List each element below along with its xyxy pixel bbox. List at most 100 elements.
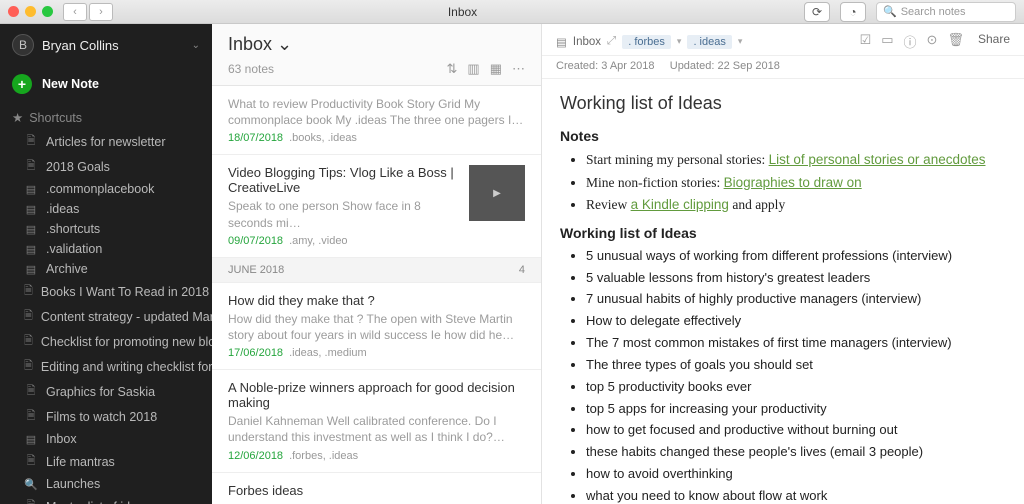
sidebar-item-label: Archive — [46, 262, 88, 276]
sidebar-item[interactable]: 🗎Graphics for Saskia — [0, 379, 212, 404]
history-icon[interactable]: ⊙ — [927, 32, 938, 51]
book-icon: ▤ — [24, 263, 38, 276]
expand-icon[interactable]: ⤢ — [607, 35, 616, 48]
list-item[interactable]: top 5 apps for increasing your productiv… — [586, 400, 1006, 419]
note-item-title: How did they make that ? — [228, 293, 525, 308]
list-item[interactable]: 5 unusual ways of working from different… — [586, 247, 1006, 266]
created-date: Created: 3 Apr 2018 — [556, 60, 654, 72]
sidebar-item[interactable]: 🗎 Articles for newsletter — [0, 129, 212, 154]
global-search-input[interactable]: 🔍 Search notes — [876, 2, 1016, 22]
note-list-item[interactable]: ▶Video Blogging Tips: Vlog Like a Boss |… — [212, 155, 541, 257]
list-item[interactable]: top 5 productivity books ever — [586, 378, 1006, 397]
note-icon: 🗎 — [24, 452, 38, 471]
sidebar-item[interactable]: 🗎Films to watch 2018 — [0, 404, 212, 429]
note-item-preview: What to review Productivity Book Story G… — [228, 96, 525, 128]
sidebar-item[interactable]: ▤.ideas — [0, 199, 212, 219]
sidebar-item[interactable]: ▤Inbox — [0, 429, 212, 449]
updated-date: Updated: 22 Sep 2018 — [670, 60, 780, 72]
note-item-date: 09/07/2018 — [228, 235, 283, 247]
forward-button[interactable]: › — [89, 3, 113, 21]
more-icon[interactable]: ⋯ — [512, 61, 525, 77]
list-item[interactable]: Mine non-fiction stories: Biographies to… — [586, 173, 1006, 193]
note-link[interactable]: a Kindle clipping — [631, 197, 729, 212]
tag-ideas[interactable]: . ideas — [687, 35, 731, 49]
list-item[interactable]: How to delegate effectively — [586, 312, 1006, 331]
sidebar-item[interactable]: 🗎Content strategy - updated Marc… — [0, 304, 212, 329]
sidebar-item[interactable]: 🔍Launches — [0, 474, 212, 494]
tag-forbes[interactable]: . forbes — [622, 35, 671, 49]
list-item[interactable]: The three types of goals you should set — [586, 356, 1006, 375]
shortcuts-section[interactable]: ★ Shortcuts — [0, 102, 212, 129]
sidebar-item-label: Editing and writing checklist for… — [41, 360, 212, 374]
trash-icon[interactable]: 🗑 — [947, 32, 964, 51]
back-button[interactable]: ‹ — [63, 3, 87, 21]
book-icon: ▤ — [24, 183, 38, 196]
account-avatar: B — [12, 34, 34, 56]
sidebar-item-label: .ideas — [46, 202, 79, 216]
note-icon: 🗎 — [24, 407, 38, 426]
sidebar-item-label: Checklist for promoting new blo… — [41, 335, 212, 349]
note-item-preview: Daniel Kahneman Well calibrated conferen… — [228, 413, 525, 445]
sidebar-item[interactable]: 🗎2018 Goals — [0, 154, 212, 179]
list-item[interactable]: The 7 most common mistakes of first time… — [586, 334, 1006, 353]
star-icon: ★ — [12, 110, 23, 125]
present-icon[interactable]: ▭ — [881, 32, 893, 51]
note-list-item[interactable]: What to review Productivity Book Story G… — [212, 86, 541, 155]
view-icon[interactable]: ▥ — [467, 61, 479, 77]
note-title[interactable]: Working list of Ideas — [560, 93, 1006, 114]
note-item-preview: Linear progression vs norm from Black Sw… — [228, 501, 525, 504]
sidebar-item[interactable]: 🗎 Life mantras — [0, 449, 212, 474]
minimize-dot[interactable] — [25, 6, 36, 17]
notebook-title[interactable]: Inbox ⌄ — [228, 34, 525, 55]
list-item[interactable]: what you need to know about flow at work — [586, 487, 1006, 504]
note-list-section: JUNE 20184 — [212, 258, 541, 283]
list-item[interactable]: these habits changed these people's live… — [586, 443, 1006, 462]
sidebar-item[interactable]: ▤.commonplacebook — [0, 179, 212, 199]
shortcuts-label: Shortcuts — [29, 111, 82, 125]
activity-icon[interactable]: ◔ — [840, 2, 866, 22]
sidebar-item-label: 2018 Goals — [46, 160, 110, 174]
info-icon[interactable]: ⓘ — [904, 32, 917, 51]
filter-icon[interactable]: ▦ — [490, 61, 502, 77]
sort-icon[interactable]: ⇅ — [447, 61, 458, 77]
note-link[interactable]: Biographies to draw on — [724, 175, 862, 190]
zoom-dot[interactable] — [42, 6, 53, 17]
sidebar-item[interactable]: ▤.validation — [0, 239, 212, 259]
notebook-name[interactable]: Inbox — [573, 36, 601, 48]
sidebar-item[interactable]: 🗎 Checklist for promoting new blo… — [0, 329, 212, 354]
note-list-item[interactable]: Forbes ideasLinear progression vs norm f… — [212, 473, 541, 504]
reminder-icon[interactable]: ☑ — [860, 32, 872, 51]
list-item[interactable]: 7 unusual habits of highly productive ma… — [586, 290, 1006, 309]
sidebar-item[interactable]: 🗎Editing and writing checklist for… — [0, 354, 212, 379]
sidebar: B Bryan Collins ⌄ + New Note ★ Shortcuts… — [0, 24, 212, 504]
sidebar-item[interactable]: 🗎Books I Want To Read in 2018 — [0, 279, 212, 304]
list-item[interactable]: how to get focused and productive withou… — [586, 421, 1006, 440]
share-button[interactable]: Share — [978, 32, 1010, 51]
note-list-item[interactable]: How did they make that ?How did they mak… — [212, 283, 541, 370]
note-icon: 🗎 — [24, 332, 33, 351]
search-placeholder: Search notes — [901, 6, 966, 18]
close-dot[interactable] — [8, 6, 19, 17]
note-list[interactable]: What to review Productivity Book Story G… — [212, 86, 541, 504]
note-icon: 🗎 — [24, 132, 38, 151]
list-item[interactable]: how to avoid overthinking — [586, 465, 1006, 484]
note-editor[interactable]: Working list of Ideas Notes Start mining… — [542, 79, 1024, 504]
sidebar-item[interactable]: 🗎Master list of ideas — [0, 494, 212, 504]
note-item-date: 18/07/2018 — [228, 132, 283, 144]
sidebar-item[interactable]: ▤.shortcuts — [0, 219, 212, 239]
book-icon: ▤ — [24, 243, 38, 256]
note-list-item[interactable]: A Noble-prize winners approach for good … — [212, 370, 541, 472]
list-item[interactable]: 5 valuable lessons from history's greate… — [586, 269, 1006, 288]
note-item-title: A Noble-prize winners approach for good … — [228, 380, 525, 410]
new-note-button[interactable]: + New Note — [0, 66, 212, 102]
list-item[interactable]: Review a Kindle clipping and apply — [586, 195, 1006, 215]
sync-icon[interactable]: ⟳ — [804, 2, 830, 22]
sidebar-item-label: Life mantras — [46, 455, 115, 469]
list-item[interactable]: Start mining my personal stories: List o… — [586, 150, 1006, 170]
note-link[interactable]: List of personal stories or anecdotes — [769, 152, 986, 167]
sidebar-item-label: Articles for newsletter — [46, 135, 165, 149]
window-title: Inbox — [121, 5, 804, 19]
sidebar-item[interactable]: ▤ Archive — [0, 259, 212, 279]
note-count: 63 notes — [228, 62, 274, 76]
account-row[interactable]: B Bryan Collins ⌄ — [0, 24, 212, 66]
